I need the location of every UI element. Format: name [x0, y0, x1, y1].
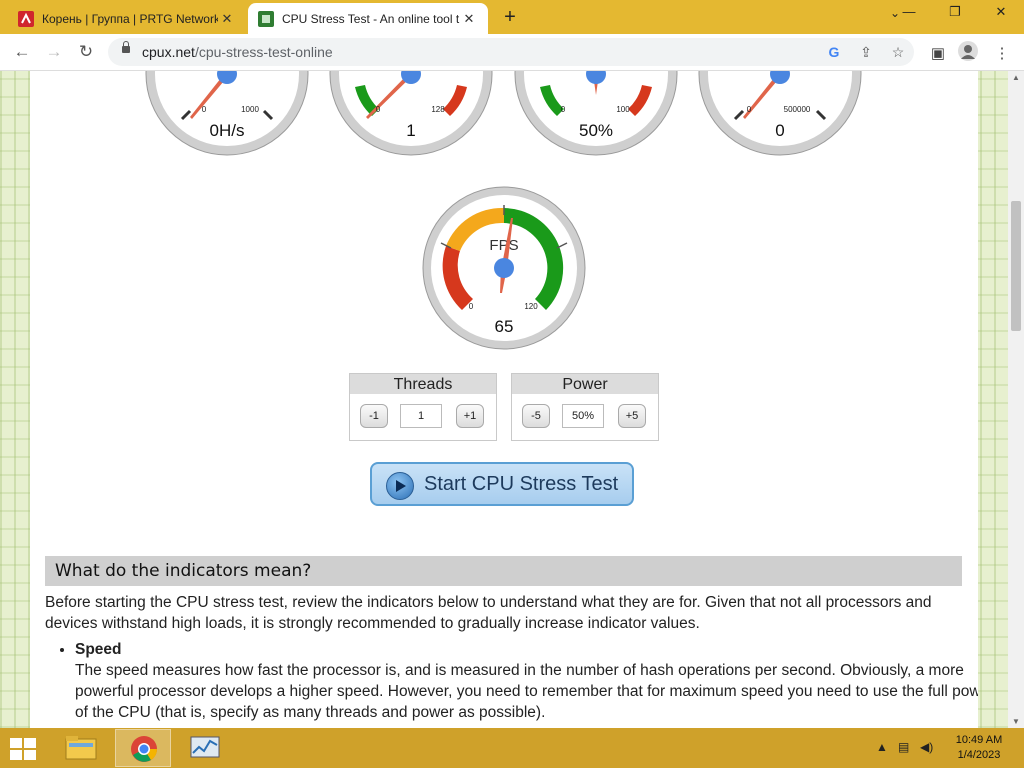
close-tab-icon[interactable]: ✕ — [460, 11, 478, 27]
windows-start-icon[interactable] — [10, 738, 36, 760]
list-item: Speed The speed measures how fast the pr… — [75, 639, 978, 723]
forward-icon[interactable]: → — [42, 40, 66, 64]
profile-avatar-icon[interactable] — [958, 41, 978, 61]
scroll-up-icon[interactable]: ▲ — [1008, 73, 1024, 82]
tray-expand-icon[interactable]: ▲ — [876, 740, 888, 754]
new-tab-icon[interactable]: + — [500, 6, 520, 29]
tab-prtg[interactable]: Корень | Группа | PRTG Network ✕ — [8, 3, 246, 34]
page-scrollbar[interactable]: ▲ ▼ — [1008, 71, 1024, 728]
scroll-down-icon[interactable]: ▼ — [1008, 717, 1024, 726]
speed-gauge: 0 1000 0H/s — [145, 71, 309, 156]
fps-value: 65 — [495, 317, 514, 336]
restore-icon[interactable]: ❐ — [932, 0, 978, 30]
tab-cpux[interactable]: CPU Stress Test - An online tool t ✕ — [248, 3, 488, 34]
start-button-label: Start CPU Stress Test — [424, 473, 619, 495]
minimize-icon[interactable]: — — [886, 0, 932, 30]
close-window-icon[interactable]: ✕ — [978, 0, 1024, 30]
fps-min-label: 0 — [469, 302, 474, 311]
close-tab-icon[interactable]: ✕ — [218, 11, 236, 27]
share-icon[interactable]: ⇪ — [856, 42, 876, 62]
file-explorer-icon[interactable] — [53, 729, 109, 767]
gauge-min-label: 0 — [747, 105, 752, 114]
tab-title: Корень | Группа | PRTG Network — [42, 11, 218, 26]
threads-value-field[interactable]: 1 — [400, 404, 442, 428]
tab-title: CPU Stress Test - An online tool t — [282, 11, 460, 26]
more-menu-icon[interactable]: ⋮ — [992, 44, 1012, 62]
section-intro: Before starting the CPU stress test, rev… — [45, 594, 932, 632]
fps-gauge-title: FPS — [489, 237, 518, 254]
power-decrease-button[interactable]: -5 — [522, 404, 550, 428]
browser-toolbar: ← → ↻ cpux.net/cpu-stress-test-online G … — [0, 34, 1024, 71]
back-icon[interactable]: ← — [10, 40, 34, 64]
window-controls: — ❐ ✕ — [886, 0, 1024, 30]
page-background: 0 1000 0H/s 0 128 1 0 100 50% 0 500000 0… — [0, 71, 1008, 728]
gauge-value: 0 — [775, 121, 784, 140]
gauge-max-label: 128 — [431, 105, 445, 114]
gauge-max-label: 1000 — [241, 105, 259, 114]
lock-icon — [122, 41, 130, 53]
gauge-max-label: 100 — [616, 105, 630, 114]
power-control: Power -5 50% +5 — [511, 373, 659, 441]
threads-increase-button[interactable]: +1 — [456, 404, 484, 428]
side-panel-icon[interactable]: ▣ — [928, 44, 948, 62]
fps-max-label: 120 — [524, 302, 538, 311]
gauge-value: 0H/s — [210, 121, 245, 140]
gauge-value: 50% — [579, 121, 613, 140]
clock-date: 1/4/2023 — [957, 749, 1001, 761]
cpu-favicon-icon — [258, 10, 274, 27]
main-content: 0 1000 0H/s 0 128 1 0 100 50% 0 500000 0… — [30, 71, 978, 728]
reload-icon[interactable]: ↻ — [74, 40, 98, 64]
monitor-app-icon[interactable] — [177, 729, 233, 767]
taskbar-clock[interactable]: 10:49 AM 1/4/2023 — [946, 733, 1012, 763]
url-text[interactable]: cpux.net/cpu-stress-test-online — [142, 44, 333, 60]
power-gauge: 0 100 50% — [514, 71, 678, 156]
gauge-min-label: 0 — [561, 105, 566, 114]
threads-control: Threads -1 1 +1 — [349, 373, 497, 441]
hashes-gauge: 0 500000 0 — [698, 71, 862, 156]
gauge-value: 1 — [406, 121, 415, 140]
power-increase-button[interactable]: +5 — [618, 404, 646, 428]
power-value-field[interactable]: 50% — [562, 404, 604, 428]
play-icon — [386, 472, 414, 500]
threads-decrease-button[interactable]: -1 — [360, 404, 388, 428]
list-item-title: Speed — [75, 641, 122, 658]
scrollbar-thumb[interactable] — [1011, 201, 1021, 331]
list-item-text: The speed measures how fast the processo… — [75, 662, 978, 721]
threads-gauge: 0 128 1 — [329, 71, 493, 156]
prtg-favicon-icon — [18, 10, 34, 27]
clock-time: 10:49 AM — [955, 734, 1003, 746]
chrome-taskbar-icon[interactable] — [115, 729, 171, 767]
gauge-max-label: 500000 — [784, 105, 811, 114]
google-icon[interactable]: G — [824, 42, 844, 62]
start-stress-test-button[interactable]: Start CPU Stress Test — [370, 462, 634, 506]
gauge-min-label: 0 — [376, 105, 381, 114]
taskbar: ▲ ▤ ◀) 10:49 AM 1/4/2023 — [0, 728, 1024, 768]
power-title: Power — [512, 374, 658, 394]
indicator-list: Speed The speed measures how fast the pr… — [45, 639, 978, 723]
address-bar[interactable]: cpux.net/cpu-stress-test-online G ⇪ ☆ — [108, 38, 914, 66]
section-heading: What do the indicators mean? — [45, 556, 962, 586]
gauge-min-label: 0 — [202, 105, 207, 114]
network-icon[interactable]: ▤ — [898, 740, 909, 754]
fps-gauge: FPS 0 120 65 — [422, 186, 586, 350]
threads-title: Threads — [350, 374, 496, 394]
bookmark-star-icon[interactable]: ☆ — [888, 42, 908, 62]
volume-icon[interactable]: ◀) — [920, 740, 933, 754]
tab-strip: Корень | Группа | PRTG Network ✕ CPU Str… — [0, 0, 1024, 34]
